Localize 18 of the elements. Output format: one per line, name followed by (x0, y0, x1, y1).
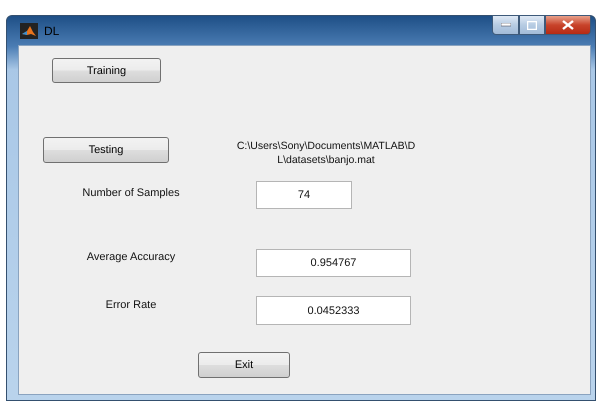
minimize-button[interactable] (492, 15, 519, 35)
training-button[interactable]: Training (52, 58, 161, 83)
maximize-button[interactable] (519, 15, 545, 35)
minimize-icon (500, 23, 510, 27)
window-title: DL (44, 24, 60, 38)
value-field[interactable]: 0.954767 (256, 249, 411, 277)
field-label: Average Accuracy (86, 251, 176, 263)
close-icon (562, 20, 574, 30)
app-logo-icon (20, 22, 38, 38)
maximize-icon (527, 20, 537, 30)
value-field[interactable]: 74 (256, 181, 352, 209)
exit-button[interactable]: Exit (198, 352, 290, 378)
file-path: C:\Users\Sony\Documents\MATLAB\D L\datasets\banjo.mat (236, 139, 416, 167)
close-button[interactable] (545, 15, 591, 35)
testing-button[interactable]: Testing (43, 137, 169, 163)
field-label: Error Rate (104, 299, 158, 311)
field-label: Number of Samples (81, 187, 181, 199)
value-field[interactable]: 0.0452333 (256, 296, 411, 325)
